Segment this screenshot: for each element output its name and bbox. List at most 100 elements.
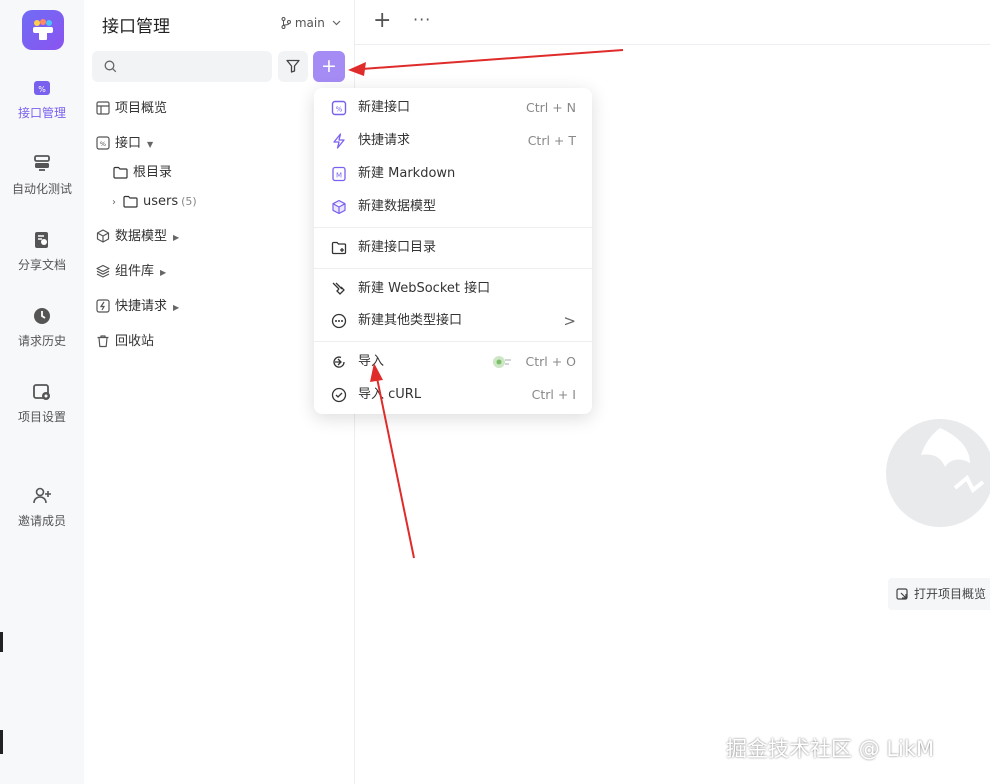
- menu-divider: [314, 268, 592, 269]
- left-navigation: % 接口管理 自动化测试 分享文档 请求历史 项目设置 邀请成员: [0, 0, 85, 784]
- watermark: 掘金技术社区 @ LikM: [726, 737, 935, 761]
- item-count: (5): [181, 195, 197, 208]
- tree-item-users-folder[interactable]: › users (5): [112, 192, 197, 212]
- settings-icon: [33, 384, 50, 400]
- menu-item-new-folder[interactable]: 新建接口目录: [314, 233, 592, 263]
- tree-item-quick-requests[interactable]: 快捷请求 ▶: [96, 297, 179, 317]
- nav-label: 项目设置: [17, 410, 66, 424]
- tree-label: 接口: [115, 136, 142, 151]
- chevron-right-icon: ›: [112, 197, 116, 208]
- shortcut: Ctrl + I: [531, 387, 576, 402]
- chevron-right-icon: >: [563, 312, 576, 330]
- menu-item-quick-request[interactable]: 快捷请求 Ctrl + T: [314, 126, 592, 156]
- window-edge: [0, 632, 3, 652]
- empty-state-illustration: [886, 419, 990, 527]
- lightning-icon: [333, 133, 345, 149]
- menu-item-label: 快捷请求: [358, 133, 411, 148]
- menu-divider: [314, 341, 592, 342]
- menu-item-label: 新建数据模型: [358, 199, 437, 214]
- menu-item-label: 新建 Markdown: [358, 166, 456, 181]
- caret-right-icon: ▶: [173, 233, 180, 242]
- menu-item-label: 新建其他类型接口: [358, 313, 463, 328]
- folder-plus-icon: [331, 241, 347, 255]
- menu-item-new-data-model[interactable]: 新建数据模型: [314, 192, 592, 222]
- tree-label: users: [143, 194, 179, 209]
- menu-item-new-api[interactable]: % 新建接口 Ctrl + N: [314, 93, 592, 123]
- tree-item-data-models[interactable]: 数据模型 ▶: [96, 227, 179, 247]
- share-doc-icon: [35, 232, 48, 248]
- open-icon: [896, 588, 908, 600]
- shortcut: Ctrl + T: [527, 133, 576, 148]
- lightning-box-icon: [96, 299, 110, 313]
- button-label: 打开项目概览: [914, 587, 987, 601]
- app-logo[interactable]: [22, 10, 64, 50]
- svg-text:%: %: [336, 106, 343, 114]
- tree-label: 回收站: [115, 334, 155, 349]
- nav-label: 自动化测试: [11, 182, 72, 196]
- filter-icon: [286, 59, 300, 73]
- menu-item-label: 新建接口: [358, 100, 411, 115]
- tree-item-trash[interactable]: 回收站: [96, 332, 154, 352]
- tab-bar: + ···: [355, 0, 990, 45]
- tree-item-root-folder[interactable]: 根目录: [113, 163, 172, 183]
- cube-icon: [96, 229, 110, 243]
- search-input[interactable]: [92, 51, 272, 82]
- caret-right-icon: ▶: [160, 268, 167, 277]
- add-new-button[interactable]: +: [313, 51, 345, 82]
- tree-item-api[interactable]: % 接口 ▼: [96, 134, 153, 154]
- api-icon: %: [96, 136, 110, 150]
- layout-icon: [96, 101, 110, 115]
- menu-item-label: 新建接口目录: [358, 240, 437, 255]
- shortcut: Ctrl + N: [525, 100, 576, 115]
- new-item-menu: % 新建接口 Ctrl + N 快捷请求 Ctrl + T M 新建 Markd…: [314, 88, 592, 414]
- tree-label: 根目录: [133, 165, 173, 180]
- filter-button[interactable]: [278, 51, 308, 82]
- more-options-button[interactable]: ···: [413, 10, 431, 29]
- menu-item-import-curl[interactable]: 导入 cURL Ctrl + I: [314, 380, 592, 410]
- nav-label: 邀请成员: [17, 514, 66, 528]
- window-edge: [0, 730, 3, 754]
- menu-item-new-markdown[interactable]: M 新建 Markdown: [314, 159, 592, 189]
- menu-item-new-other-api[interactable]: 新建其他类型接口 >: [314, 306, 592, 336]
- api-icon: %: [331, 100, 347, 116]
- import-icon: [333, 356, 345, 368]
- folder-icon: [123, 195, 138, 208]
- page-title: 接口管理: [102, 17, 170, 37]
- new-tab-button[interactable]: +: [373, 8, 391, 33]
- annotation-arrow: [361, 49, 624, 70]
- caret-right-icon: ▶: [173, 303, 180, 312]
- menu-item-new-websocket[interactable]: 新建 WebSocket 接口: [314, 274, 592, 304]
- menu-divider: [314, 227, 592, 228]
- nav-item-automation[interactable]: 自动化测试: [0, 154, 84, 197]
- nav-item-invite-member[interactable]: 邀请成员: [0, 486, 84, 529]
- caret-down-icon: ▼: [147, 140, 154, 149]
- nav-label: 分享文档: [17, 258, 66, 272]
- menu-item-label: 导入 cURL: [358, 387, 422, 402]
- svg-text:%: %: [100, 140, 106, 148]
- history-icon: [34, 308, 50, 324]
- tree-item-project-overview[interactable]: 项目概览: [96, 99, 167, 119]
- branch-name: main: [294, 16, 325, 30]
- tree-label: 项目概览: [115, 101, 168, 116]
- websocket-icon: [332, 282, 345, 295]
- nav-item-share-docs[interactable]: 分享文档: [0, 230, 84, 273]
- nav-item-request-history[interactable]: 请求历史: [0, 306, 84, 349]
- nav-item-project-settings[interactable]: 项目设置: [0, 382, 84, 425]
- automation-icon: [34, 155, 50, 171]
- tree-item-components[interactable]: 组件库 ▶: [96, 262, 166, 282]
- menu-item-label: 导入: [358, 354, 385, 369]
- nav-label: 接口管理: [17, 106, 66, 120]
- import-badge-icon: [493, 356, 511, 368]
- open-project-overview-button[interactable]: 打开项目概览: [888, 578, 990, 610]
- branch-selector[interactable]: main: [281, 16, 341, 30]
- menu-item-import[interactable]: 导入 Ctrl + O: [314, 347, 592, 377]
- tree-label: 组件库: [115, 264, 155, 279]
- layers-icon: [96, 264, 110, 278]
- shortcut: Ctrl + O: [525, 354, 576, 369]
- invite-member-icon: [33, 487, 51, 504]
- api-icon: %: [34, 81, 50, 95]
- logo-icon: [33, 19, 53, 40]
- svg-text:%: %: [38, 85, 46, 94]
- menu-item-label: 新建 WebSocket 接口: [358, 281, 491, 296]
- nav-item-api-management[interactable]: % 接口管理: [0, 78, 84, 121]
